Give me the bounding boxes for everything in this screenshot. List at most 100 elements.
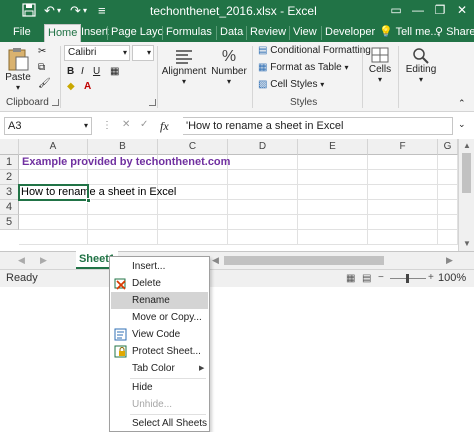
save-icon[interactable] [22,3,36,21]
column-header-b[interactable]: B [88,139,158,155]
grid-cell[interactable] [228,170,298,185]
scroll-down-icon[interactable]: ▼ [463,239,471,248]
formula-bar-resize-icon[interactable]: ⋮ [102,120,112,131]
share-button[interactable]: ⚲ Share [432,24,474,42]
menu-item-move-or-copy[interactable]: Move or Copy... [111,309,208,326]
grid-cell[interactable] [298,155,368,170]
grid-cell[interactable] [438,215,458,230]
tab-view[interactable]: View [290,24,320,42]
grid-cell[interactable] [298,200,368,215]
grid-cell[interactable] [228,230,298,245]
zoom-in-icon[interactable]: + [428,272,434,283]
tab-file[interactable]: File [10,24,34,42]
expand-formula-bar-icon[interactable]: ⌄ [458,119,466,130]
fill-color-icon[interactable]: ◆ [67,81,75,92]
grid-cell[interactable] [438,230,458,245]
close-button[interactable]: ✕ [452,2,472,19]
conditional-formatting-button[interactable]: ▤ Conditional Formatting ▾ [258,45,378,56]
zoom-level[interactable]: 100% [438,272,466,284]
menu-item-view-code[interactable]: View Code [111,326,208,343]
menu-item-select-all-sheets[interactable]: Select All Sheets [111,415,208,432]
column-header-a[interactable]: A [19,139,88,155]
column-header-d[interactable]: D [228,139,298,155]
formula-input[interactable]: 'How to rename a sheet in Excel [183,117,453,135]
prev-sheet-icon[interactable]: ◀ [18,255,25,266]
font-launcher-icon[interactable] [149,99,156,106]
menu-item-tab-color[interactable]: Tab Color ▶ [111,360,208,377]
cut-icon[interactable]: ✂ [38,46,46,57]
grid-cell[interactable] [158,170,228,185]
format-as-table-button[interactable]: ▦ Format as Table ▾ [258,62,349,73]
normal-view-icon[interactable]: ▦ [346,273,355,284]
column-header-f[interactable]: F [368,139,438,155]
cancel-entry-icon[interactable]: ✕ [122,119,130,130]
page-layout-view-icon[interactable]: ▤ [362,273,371,284]
column-header-e[interactable]: E [298,139,368,155]
grid-cell[interactable] [88,230,158,245]
minimize-button[interactable]: — [408,2,428,19]
row-header-3[interactable]: 3 [0,185,19,200]
grid-cell[interactable] [298,185,368,200]
grid-cell[interactable] [438,200,458,215]
customize-toolbar-icon[interactable]: ≡ [98,3,106,19]
grid-cell[interactable] [88,170,158,185]
menu-item-hide[interactable]: Hide [111,379,208,396]
scroll-up-icon[interactable]: ▲ [463,141,471,150]
grid-cell[interactable] [298,230,368,245]
cell-styles-button[interactable]: ▧ Cell Styles ▾ [258,79,324,90]
grid-cell[interactable] [228,215,298,230]
cells-button[interactable]: Cells ▾ [365,46,395,84]
select-all-corner[interactable] [0,139,19,155]
insert-function-icon[interactable]: fx [160,119,169,134]
tab-developer[interactable]: Developer [322,24,378,42]
paste-button[interactable]: Paste ▾ [2,46,34,92]
grid-cell[interactable] [19,170,88,185]
undo-dropdown-icon[interactable]: ▾ [57,3,61,19]
grid-cell[interactable] [368,170,438,185]
row-header-2[interactable]: 2 [0,170,19,185]
zoom-slider-thumb[interactable] [406,274,409,283]
undo-icon[interactable]: ↶ [44,3,55,19]
row-header-1[interactable]: 1 [0,155,19,170]
grid-cell[interactable] [438,170,458,185]
enter-entry-icon[interactable]: ✓ [140,119,148,130]
grid-cell[interactable] [368,215,438,230]
name-box[interactable]: A3 ▾ [4,117,92,135]
redo-icon[interactable]: ↷ [70,3,81,19]
grid-cell[interactable] [88,200,158,215]
grid-cell[interactable] [19,200,88,215]
active-cell-a3[interactable] [18,184,89,201]
grid-cell[interactable] [88,215,158,230]
editing-button[interactable]: Editing ▾ [400,46,442,84]
grid-cell[interactable] [158,230,228,245]
column-header-g[interactable]: G [438,139,458,155]
font-color-icon[interactable]: A [84,81,91,92]
grid-cell[interactable] [298,215,368,230]
row-header-5[interactable]: 5 [0,215,19,230]
worksheet-grid[interactable]: A B C D E F G 1 2 3 4 5 Example provided… [0,139,474,251]
row-header-4[interactable]: 4 [0,200,19,215]
vertical-scroll-thumb[interactable] [462,153,471,193]
borders-icon[interactable]: ▦ [110,66,119,77]
collapse-ribbon-icon[interactable]: ⌃ [458,98,466,109]
grid-cell[interactable] [228,185,298,200]
zoom-slider[interactable] [390,274,426,283]
tab-page-layout[interactable]: Page Layo [108,24,167,42]
tab-formulas[interactable]: Formulas [163,24,215,42]
clipboard-launcher-icon[interactable] [52,99,59,106]
alignment-button[interactable]: Alignment ▾ [161,48,207,86]
grid-cell[interactable] [368,200,438,215]
tab-home[interactable]: Home [44,24,82,42]
grid-cell[interactable] [19,230,88,245]
grid-cell[interactable] [438,185,458,200]
tab-review[interactable]: Review [247,24,289,42]
menu-item-rename[interactable]: Rename [111,292,208,309]
ribbon-display-options-button[interactable]: ▭ [386,2,406,19]
grid-cell[interactable] [228,200,298,215]
grid-cell[interactable] [368,155,438,170]
menu-item-protect-sheet[interactable]: Protect Sheet... [111,343,208,360]
menu-item-insert[interactable]: Insert... [111,258,208,275]
restore-button[interactable]: ❐ [430,2,450,19]
number-button[interactable]: % Number ▾ [208,48,250,86]
bold-button[interactable]: B [67,66,74,77]
